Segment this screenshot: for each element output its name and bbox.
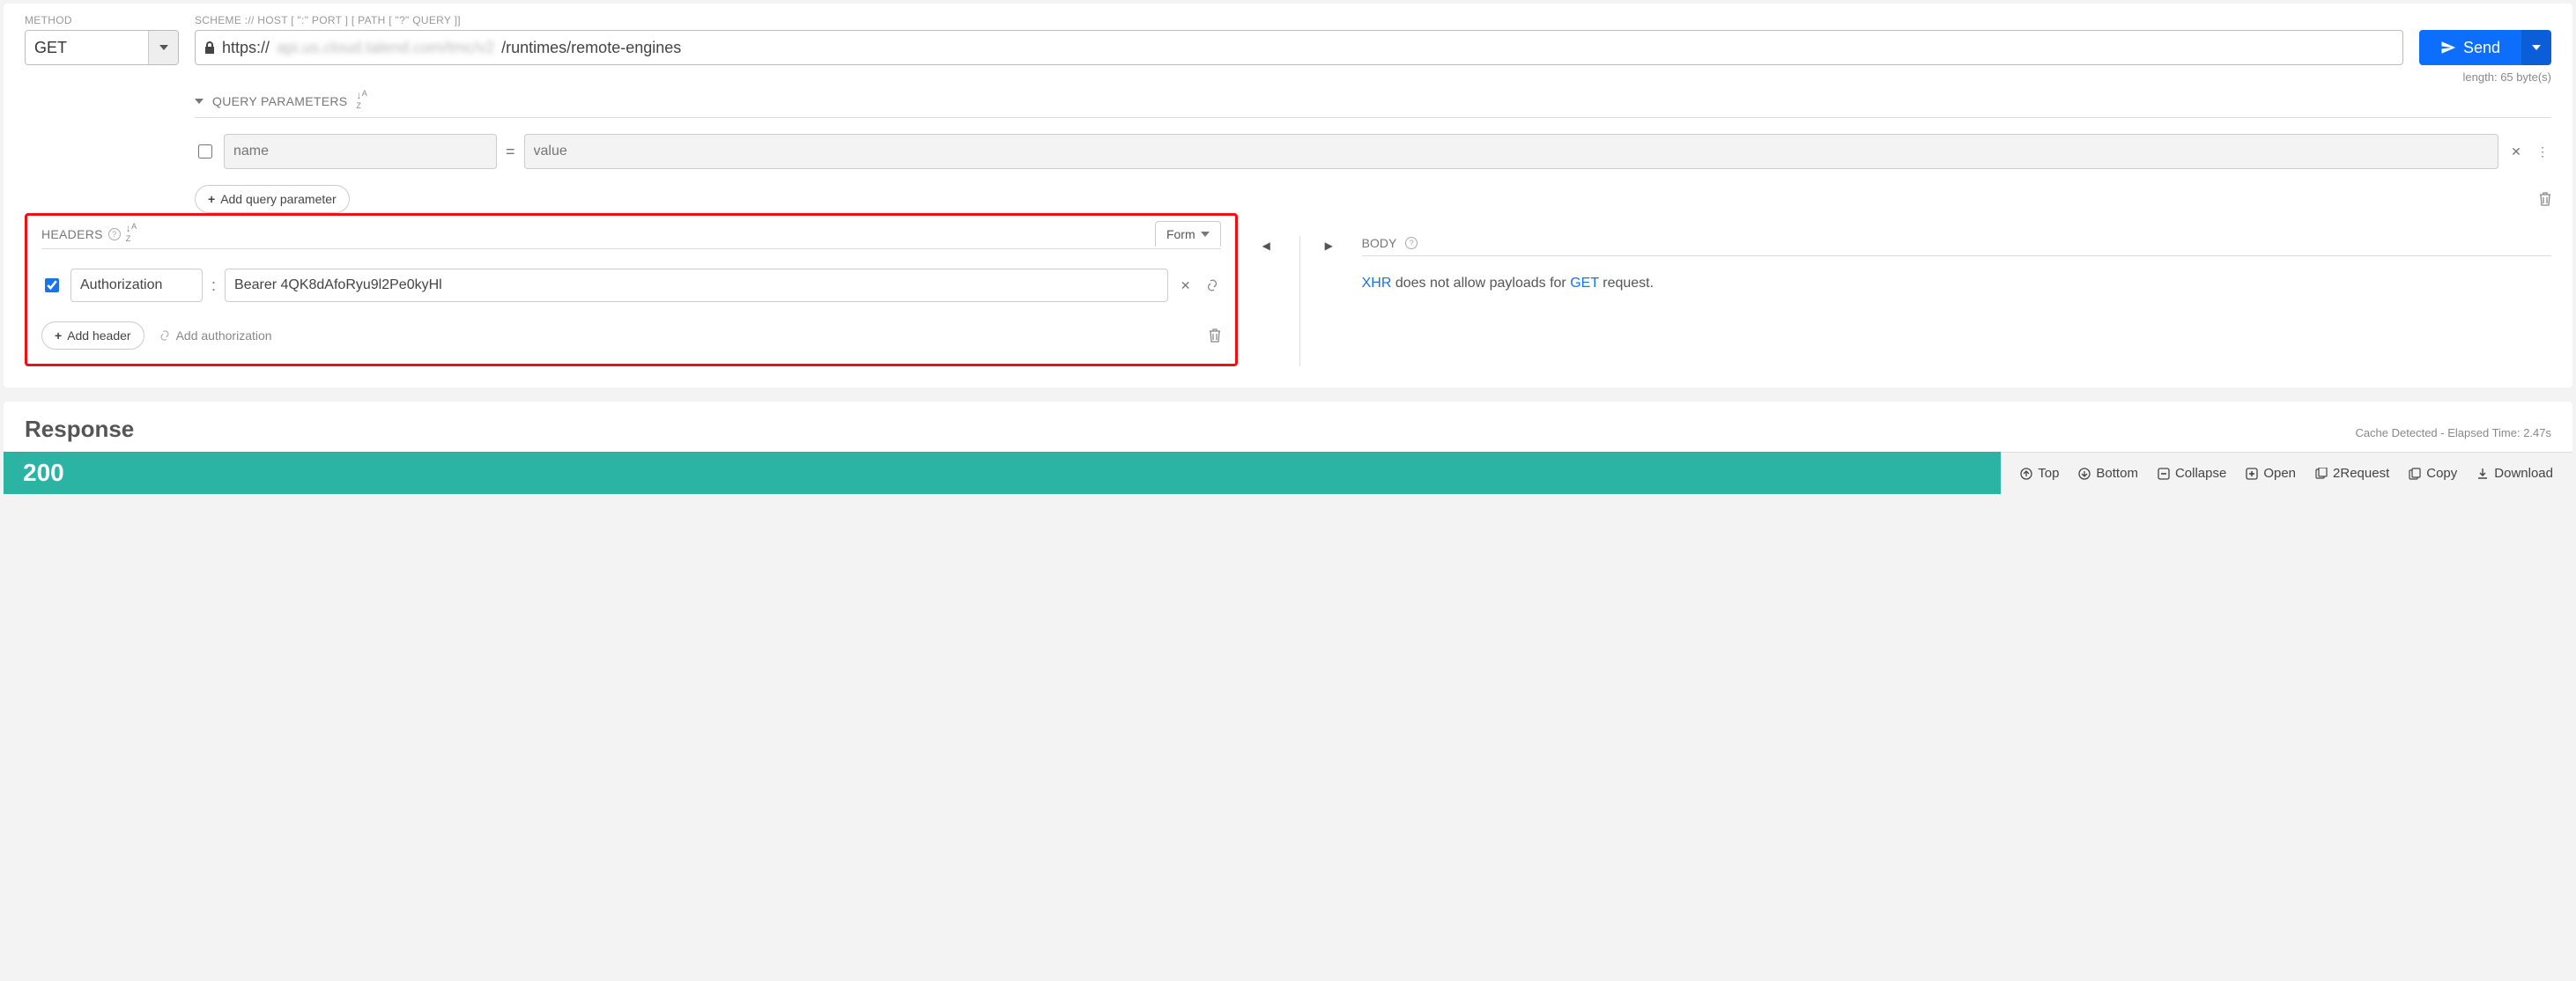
query-param-value-input[interactable] [524,134,2498,169]
download-icon [2476,468,2489,480]
url-path: /runtimes/remote-engines [501,39,681,57]
plus-icon: + [55,328,62,343]
send-button[interactable]: Send [2419,30,2521,65]
send-icon [2440,40,2456,55]
bottom-button[interactable]: Bottom [2078,466,2138,481]
add-query-param-label: Add query parameter [220,192,337,206]
chevron-down-icon[interactable] [148,31,178,64]
response-actions: Top Bottom Collapse Open 2Request Copy [2001,452,2572,494]
send-block: Send [2419,14,2551,65]
expand-icon [2246,468,2258,480]
body-title: BODY [1362,236,1397,250]
send-label: Send [2463,39,2500,57]
more-icon[interactable]: ⋮ [2534,143,2551,160]
query-param-row: = ✕ ⋮ [195,134,2551,169]
response-panel: Response Cache Detected - Elapsed Time: … [4,402,2572,494]
copy-button[interactable]: Copy [2409,466,2457,481]
method-link[interactable]: GET [1570,276,1599,291]
collapse-button[interactable]: Collapse [2158,466,2226,481]
sort-icon[interactable]: ↓AZ [356,89,367,114]
url-scheme: https:// [222,39,270,57]
query-param-checkbox[interactable] [198,144,212,159]
colon: : [211,277,216,295]
delete-all-headers-icon[interactable] [1209,328,1221,343]
sort-icon[interactable]: ↓AZ [126,222,137,247]
delete-all-params-icon[interactable] [2539,192,2551,206]
add-header-label: Add header [67,328,130,343]
url-input[interactable]: https:// api.us.cloud.talend.com/tmc/v2 … [195,30,2403,65]
arrow-down-circle-icon [2078,468,2091,480]
request-panel: METHOD GET SCHEME :// HOST [ ":" PORT ] … [4,4,2572,387]
url-block: SCHEME :// HOST [ ":" PORT ] [ PATH [ "?… [195,14,2403,65]
collapse-left-icon[interactable]: ◀ [1262,240,1275,252]
equals-sign: = [506,143,515,161]
add-header-button[interactable]: + Add header [41,321,144,350]
query-params-title: QUERY PARAMETERS [212,94,347,108]
method-value: GET [26,31,148,64]
header-value-input[interactable] [225,269,1168,302]
query-params-header[interactable]: QUERY PARAMETERS ↓AZ [195,85,2551,118]
header-row: : ✕ [41,269,1221,302]
body-message: XHR does not allow payloads for GET requ… [1362,276,2551,291]
help-icon[interactable]: ? [1405,237,1418,249]
remove-param-icon[interactable]: ✕ [2507,143,2525,160]
form-toggle-label: Form [1166,227,1195,241]
status-code: 200 [4,452,2001,494]
headers-title: HEADERS [41,227,103,241]
link-param-icon [159,329,171,342]
add-authorization-link[interactable]: Add authorization [159,328,272,343]
lock-icon [204,41,215,54]
download-button[interactable]: Download [2476,466,2553,481]
headers-panel: HEADERS ? ↓AZ Form : ✕ [25,213,1238,366]
header-checkbox[interactable] [45,278,59,292]
xhr-link[interactable]: XHR [1362,276,1392,291]
method-block: METHOD GET [25,14,179,65]
url-length: length: 65 byte(s) [195,70,2551,84]
arrow-up-circle-icon [2020,468,2032,480]
request-button[interactable]: 2Request [2315,466,2389,481]
chevron-down-icon [2532,45,2541,50]
plus-icon: + [208,192,215,206]
send-spacer [2419,14,2551,26]
send-dropdown[interactable] [2521,30,2551,65]
open-button[interactable]: Open [2246,466,2296,481]
remove-header-icon[interactable]: ✕ [1177,277,1195,294]
add-auth-label: Add authorization [176,328,272,343]
headers-view-toggle[interactable]: Form [1155,221,1221,247]
collapse-icon [2158,468,2170,480]
help-icon[interactable]: ? [108,228,121,240]
collapse-right-icon[interactable]: ▶ [1325,240,1337,252]
method-select[interactable]: GET [25,30,179,65]
chevron-down-icon [195,99,204,104]
request-icon [2315,468,2328,480]
url-label: SCHEME :// HOST [ ":" PORT ] [ PATH [ "?… [195,14,2403,26]
url-host-redacted: api.us.cloud.talend.com/tmc/v2 [277,39,494,57]
response-title: Response [25,416,134,443]
query-param-name-input[interactable] [224,134,497,169]
copy-icon [2409,468,2421,480]
chevron-down-icon [1201,232,1210,237]
top-button[interactable]: Top [2020,466,2059,481]
divider [1299,236,1300,366]
method-label: METHOD [25,14,179,26]
response-meta: Cache Detected - Elapsed Time: 2.47s [2355,426,2551,439]
link-param-icon[interactable] [1203,277,1221,294]
body-panel: BODY ? XHR does not allow payloads for G… [1362,236,2551,366]
add-query-param-button[interactable]: + Add query parameter [195,185,350,213]
header-name-input[interactable] [70,269,203,302]
